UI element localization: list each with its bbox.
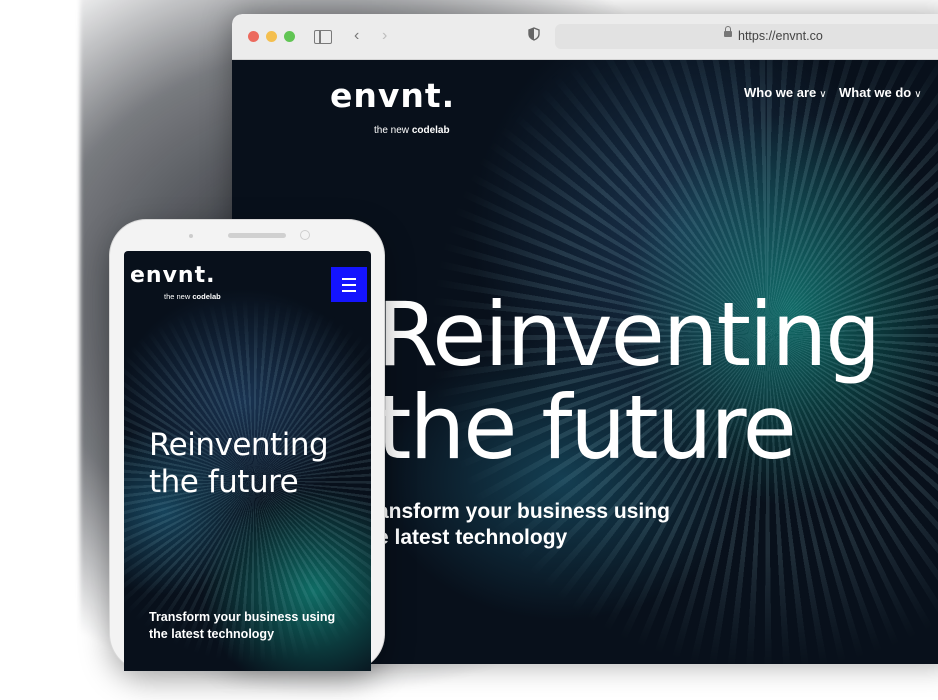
hamburger-icon bbox=[342, 284, 356, 286]
maximize-window-button[interactable] bbox=[284, 31, 295, 42]
chevron-down-icon: ∨ bbox=[819, 89, 827, 100]
nav-item-who-we-are[interactable]: Who we are ∨ bbox=[744, 85, 827, 100]
tagline-bold: codelab bbox=[192, 292, 221, 301]
hamburger-icon bbox=[342, 290, 356, 292]
site-tagline: the new codelab bbox=[374, 125, 450, 136]
hero-title: Reinventing the future bbox=[377, 288, 881, 474]
url-text[interactable]: https://envnt.co bbox=[738, 29, 823, 43]
mobile-site-tagline: the new codelab bbox=[164, 292, 221, 301]
nav-label: Who we are bbox=[744, 85, 817, 100]
hero-sub-line1: ansform your business using bbox=[377, 500, 670, 523]
hamburger-icon bbox=[342, 278, 356, 280]
mobile-hero-title-line1: Reinventing bbox=[149, 427, 329, 463]
mobile-hero-title: Reinventing the future bbox=[149, 427, 329, 501]
mobile-site-logo[interactable]: envnt. bbox=[130, 264, 215, 288]
hero-title-line2: the future bbox=[377, 376, 797, 479]
mobile-hero-sub-line1: Transform your business using bbox=[149, 610, 336, 624]
mobile-hero-title-line2: the future bbox=[149, 464, 299, 500]
phone-speaker bbox=[228, 233, 286, 238]
nav-item-what-we-do[interactable]: What we do ∨ bbox=[839, 85, 922, 100]
mobile-hero-subtitle: Transform your business using the latest … bbox=[149, 609, 335, 643]
phone-mockup: envnt. the new codelab Reinventing the fu… bbox=[110, 220, 384, 671]
tagline-prefix: the new bbox=[164, 292, 193, 301]
site-logo[interactable]: envnt. bbox=[330, 78, 455, 114]
phone-sensor bbox=[189, 234, 193, 238]
chevron-down-icon: ∨ bbox=[914, 89, 922, 100]
mobile-hero-sub-line2: the latest technology bbox=[149, 627, 275, 641]
close-window-button[interactable] bbox=[248, 31, 259, 42]
minimize-window-button[interactable] bbox=[266, 31, 277, 42]
tagline-prefix: the new bbox=[374, 125, 412, 136]
nav-label: What we do bbox=[839, 85, 912, 100]
sidebar-icon[interactable] bbox=[314, 30, 332, 44]
mobile-site: envnt. the new codelab Reinventing the fu… bbox=[124, 251, 371, 671]
hero-title-line1: Reinventing bbox=[377, 283, 881, 386]
phone-camera bbox=[300, 230, 310, 240]
shield-icon[interactable] bbox=[528, 27, 540, 46]
hero-sub-line2: e latest technology bbox=[377, 526, 568, 549]
chevron-right-icon[interactable]: › bbox=[382, 27, 387, 45]
hero-subtitle: ansform your business using e latest tech… bbox=[377, 499, 670, 551]
lock-icon bbox=[724, 26, 732, 37]
chevron-left-icon[interactable]: ‹ bbox=[354, 27, 359, 45]
browser-toolbar: ‹ › https://envnt.co bbox=[232, 14, 938, 60]
tagline-bold: codelab bbox=[411, 125, 450, 136]
hamburger-menu-button[interactable] bbox=[331, 267, 367, 302]
